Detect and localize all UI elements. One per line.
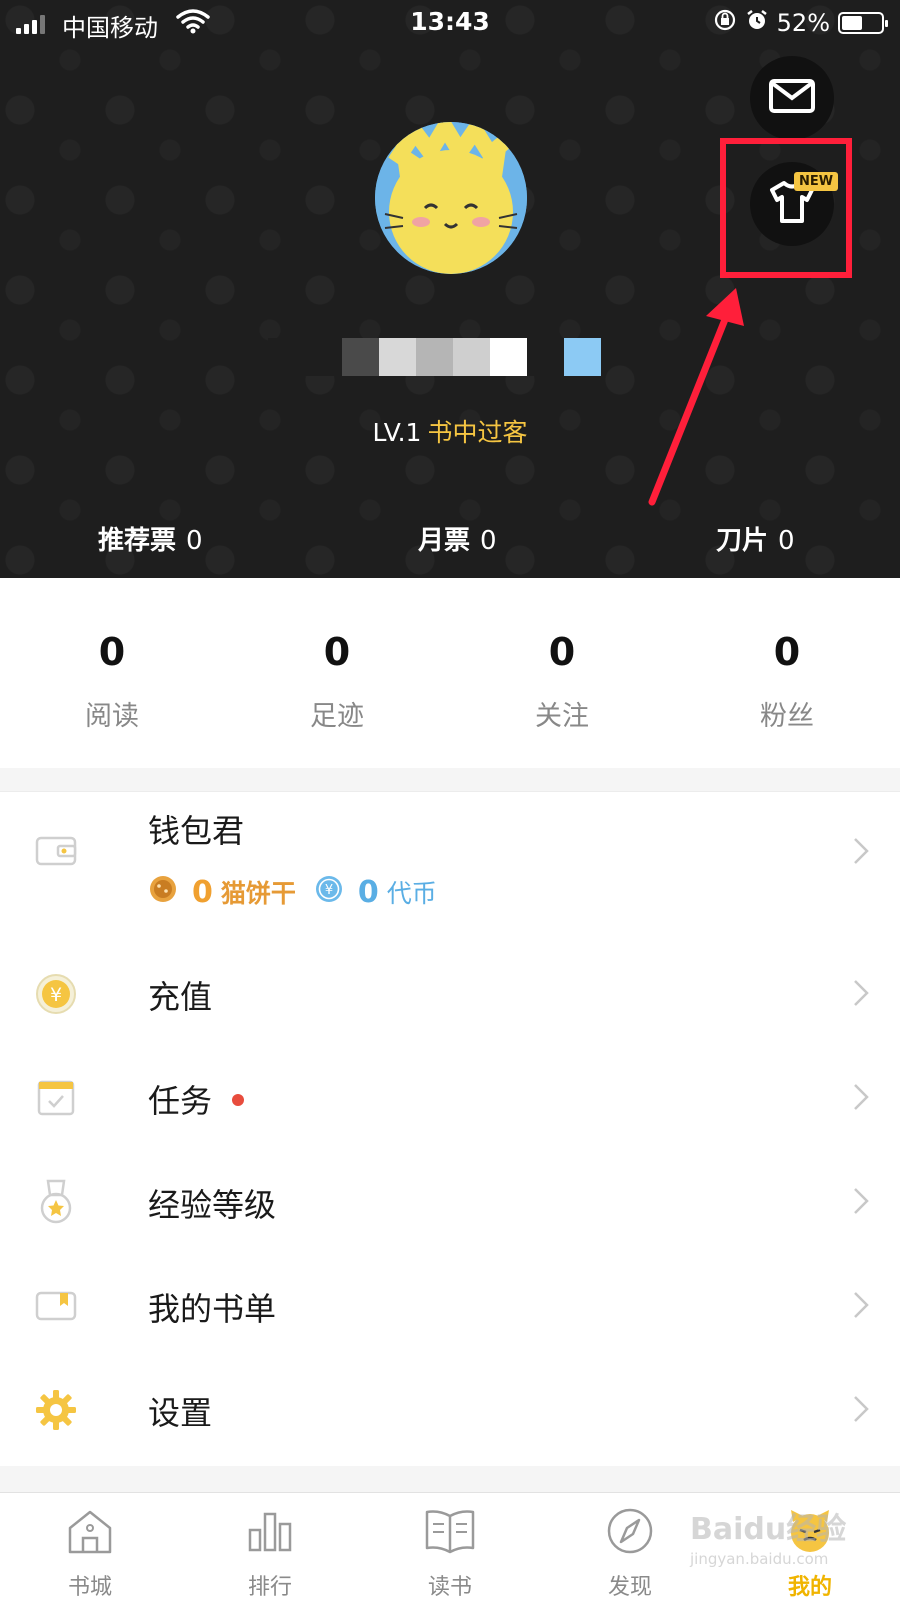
tab-label: 排行	[247, 1575, 292, 1600]
cat-avatar-icon	[375, 122, 527, 274]
battery-icon	[838, 12, 888, 34]
stat-value: 0	[323, 630, 351, 674]
token-value: 0	[357, 874, 379, 910]
blade-ticket[interactable]: 刀片 0	[716, 520, 795, 557]
tab-discover[interactable]: 发现	[570, 1501, 690, 1600]
alarm-icon	[745, 8, 769, 38]
ticket-label: 月票	[418, 526, 471, 556]
avatar[interactable]	[375, 122, 527, 274]
battery-fill	[842, 16, 862, 30]
nickname-pixelated	[268, 338, 601, 376]
battery-percent: 52%	[776, 9, 830, 37]
stat-label: 关注	[535, 701, 589, 732]
tab-label: 书城	[67, 1575, 112, 1600]
yen-coin-icon: ¥	[32, 970, 80, 1018]
stat-footprints[interactable]: 0 足迹	[267, 630, 407, 733]
menu-label: 充值	[148, 978, 213, 1016]
tab-label: 发现	[607, 1575, 652, 1600]
menu-label: 设置	[148, 1394, 213, 1432]
chevron-right-icon	[852, 1082, 870, 1116]
gear-icon	[32, 1386, 80, 1434]
stat-value: 0	[98, 630, 126, 674]
menu-item-settings[interactable]: 设置	[0, 1358, 900, 1462]
stat-value: 0	[773, 630, 801, 674]
level-label: LV.1	[372, 418, 422, 447]
watermark-brand: Baidu经验	[690, 1512, 847, 1547]
svg-text:¥: ¥	[325, 883, 333, 898]
menu-label: 经验等级	[148, 1186, 277, 1224]
level-row: LV.1 书中过客	[0, 413, 900, 449]
book-icon	[390, 1501, 510, 1561]
chevron-right-icon	[852, 978, 870, 1012]
compass-icon	[570, 1501, 690, 1561]
tab-ranking[interactable]: 排行	[210, 1501, 330, 1600]
menu-list: 钱包君 0 猫饼干 ¥ 0 代币 ¥ 充值 任务 经验等级 我的书单 设置	[0, 792, 900, 1466]
recommend-ticket[interactable]: 推荐票 0	[98, 520, 203, 557]
cat-cookie-icon	[148, 874, 178, 910]
calendar-check-icon	[32, 1074, 80, 1122]
ticket-label: 推荐票	[98, 526, 177, 556]
rotation-lock-icon	[713, 8, 737, 38]
section-divider	[0, 768, 900, 792]
menu-label: 任务	[148, 1082, 213, 1120]
tab-reading[interactable]: 读书	[390, 1501, 510, 1600]
cookie-value: 0	[192, 874, 213, 910]
wallet-label: 钱包君	[148, 812, 245, 850]
chevron-right-icon	[852, 836, 870, 870]
section-divider	[0, 1466, 900, 1492]
stat-reading[interactable]: 0 阅读	[42, 630, 182, 733]
profile-header: 中国移动 13:43 52% NEW LV.1 书中过客 推荐票 0 月票 0 …	[0, 0, 900, 578]
envelope-icon	[768, 78, 816, 118]
cookie-label: 猫饼干	[220, 879, 296, 908]
house-icon	[30, 1501, 150, 1561]
wallet-balances: 0 猫饼干 ¥ 0 代币	[148, 874, 437, 910]
chevron-right-icon	[852, 1394, 870, 1428]
stat-value: 0	[548, 630, 576, 674]
tickets-row: 推荐票 0 月票 0 刀片 0	[0, 520, 900, 560]
chevron-right-icon	[852, 1290, 870, 1324]
menu-item-experience-level[interactable]: 经验等级	[0, 1150, 900, 1254]
token-label: 代币	[386, 879, 437, 908]
menu-item-wallet[interactable]: 钱包君 0 猫饼干 ¥ 0 代币	[0, 792, 900, 942]
ticket-value: 0	[480, 526, 497, 556]
tab-label: 我的	[787, 1575, 832, 1600]
wallet-icon	[32, 826, 80, 874]
menu-label: 我的书单	[148, 1290, 277, 1328]
menu-item-tasks[interactable]: 任务	[0, 1046, 900, 1150]
menu-item-recharge[interactable]: ¥ 充值	[0, 942, 900, 1046]
annotation-highlight-box	[720, 138, 852, 278]
task-notification-dot	[232, 1094, 244, 1106]
stat-label: 粉丝	[760, 701, 814, 732]
tab-bookstore[interactable]: 书城	[30, 1501, 150, 1600]
stat-following[interactable]: 0 关注	[492, 630, 632, 733]
status-bar: 中国移动 13:43 52%	[0, 0, 900, 46]
stat-label: 足迹	[310, 701, 364, 732]
level-title[interactable]: 书中过客	[427, 418, 527, 447]
ticket-value: 0	[778, 526, 795, 556]
stats-row: 0 阅读 0 足迹 0 关注 0 粉丝	[0, 578, 900, 768]
medal-icon	[32, 1178, 80, 1226]
token-coin-icon: ¥	[314, 874, 344, 910]
menu-item-my-booklist[interactable]: 我的书单	[0, 1254, 900, 1358]
chevron-right-icon	[852, 1186, 870, 1220]
messages-button[interactable]	[750, 56, 834, 140]
bar-chart-icon	[210, 1501, 330, 1561]
watermark-url: jingyan.baidu.com	[690, 1550, 829, 1568]
stat-fans[interactable]: 0 粉丝	[717, 630, 857, 733]
monthly-ticket[interactable]: 月票 0	[418, 520, 497, 557]
svg-text:¥: ¥	[50, 984, 62, 1006]
ticket-value: 0	[186, 526, 203, 556]
booklist-icon	[32, 1282, 80, 1330]
annotation-arrow-icon	[640, 282, 760, 516]
tab-label: 读书	[427, 1575, 472, 1600]
stat-label: 阅读	[85, 701, 139, 732]
ticket-label: 刀片	[716, 526, 769, 556]
